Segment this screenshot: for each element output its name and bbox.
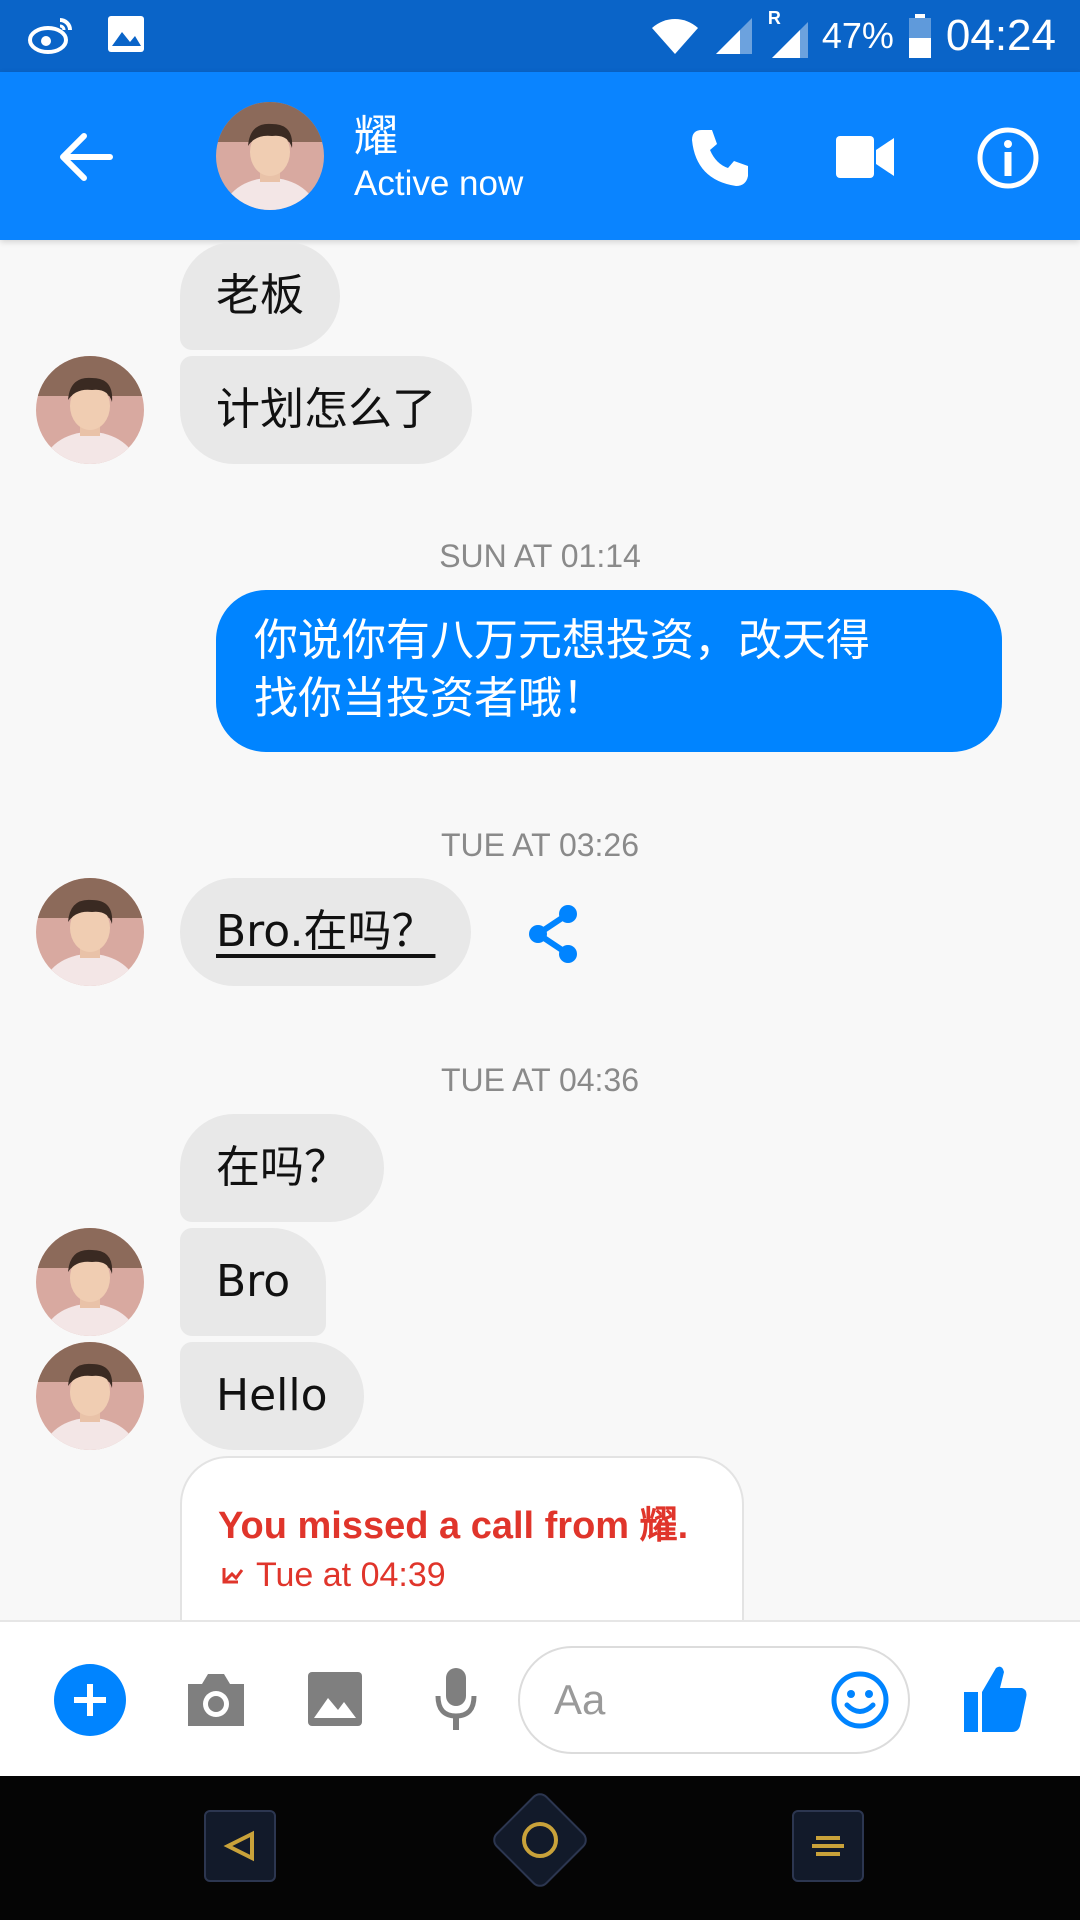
incoming-message[interactable]: Bro [180, 1228, 327, 1336]
signal-roaming-icon [771, 22, 808, 58]
video-camera-icon[interactable] [836, 130, 896, 184]
back-arrow-icon[interactable] [50, 122, 120, 192]
battery-icon [908, 14, 931, 58]
battery-percent: 47% [821, 15, 894, 56]
info-icon[interactable] [976, 126, 1040, 190]
message-composer: Aa [0, 1620, 1080, 1778]
weibo-icon [28, 18, 72, 54]
share-icon[interactable] [522, 902, 586, 966]
message-input[interactable]: Aa [518, 1646, 910, 1754]
incoming-message[interactable]: 老板 [180, 242, 340, 350]
nav-menu-icon [812, 1836, 844, 1856]
signal-icon [715, 18, 752, 54]
thumbs-up-icon[interactable] [962, 1662, 1030, 1734]
incoming-link-message[interactable]: Bro.在吗？ [180, 878, 472, 986]
missed-call-time: Tue at 04:39 [256, 1556, 446, 1594]
nav-home-icon [522, 1822, 558, 1858]
nav-back-button[interactable] [204, 1810, 276, 1882]
message-timestamp: SUN AT 01:14 [439, 538, 641, 574]
outgoing-message-line: 你说你有八万元想投资，改天得 [254, 615, 870, 666]
nav-menu-button[interactable] [792, 1810, 864, 1882]
nav-home-button[interactable] [489, 1789, 591, 1891]
link-text[interactable]: Bro.在吗？ [216, 906, 435, 957]
missed-call-time-row: Tue at 04:39 [218, 1556, 446, 1595]
missed-call-card[interactable]: You missed a call from 耀. Tue at 04:39 [180, 1456, 744, 1636]
contact-name: 耀 [354, 111, 398, 162]
phone-icon[interactable] [688, 124, 754, 190]
message-input-placeholder: Aa [554, 1676, 606, 1723]
sender-avatar[interactable] [36, 878, 144, 986]
sender-avatar[interactable] [36, 356, 144, 464]
gallery-icon [108, 16, 144, 52]
incoming-message[interactable]: Hello [180, 1342, 364, 1450]
microphone-icon[interactable] [432, 1666, 480, 1734]
message-timestamp: TUE AT 03:26 [440, 827, 640, 863]
plus-button[interactable] [54, 1664, 126, 1736]
photo-icon[interactable] [306, 1670, 364, 1728]
plus-icon [74, 1684, 106, 1716]
status-bar: R 47% 04:24 [0, 0, 1080, 72]
missed-call-arrow-icon [222, 1567, 244, 1583]
incoming-message[interactable]: 计划怎么了 [180, 356, 472, 464]
contact-avatar[interactable] [216, 102, 324, 210]
incoming-message[interactable]: 在吗？ [180, 1114, 384, 1222]
outgoing-message-line: 找你当投资者哦！ [254, 673, 606, 724]
message-timestamp: TUE AT 04:36 [440, 1062, 640, 1098]
clock: 04:24 [945, 11, 1056, 60]
emoji-icon[interactable] [830, 1670, 890, 1730]
sender-avatar[interactable] [36, 1228, 144, 1336]
camera-icon[interactable] [184, 1670, 248, 1730]
wifi-icon [651, 19, 698, 54]
sender-avatar[interactable] [36, 1342, 144, 1450]
contact-status: Active now [354, 164, 524, 203]
nav-back-icon [223, 1830, 254, 1862]
chat-header: 耀 Active now [0, 72, 1080, 240]
outgoing-message[interactable]: 你说你有八万元想投资，改天得 找你当投资者哦！ [216, 590, 1002, 752]
system-nav-bar [0, 1776, 1080, 1920]
missed-call-title: You missed a call from 耀. [218, 1505, 689, 1547]
